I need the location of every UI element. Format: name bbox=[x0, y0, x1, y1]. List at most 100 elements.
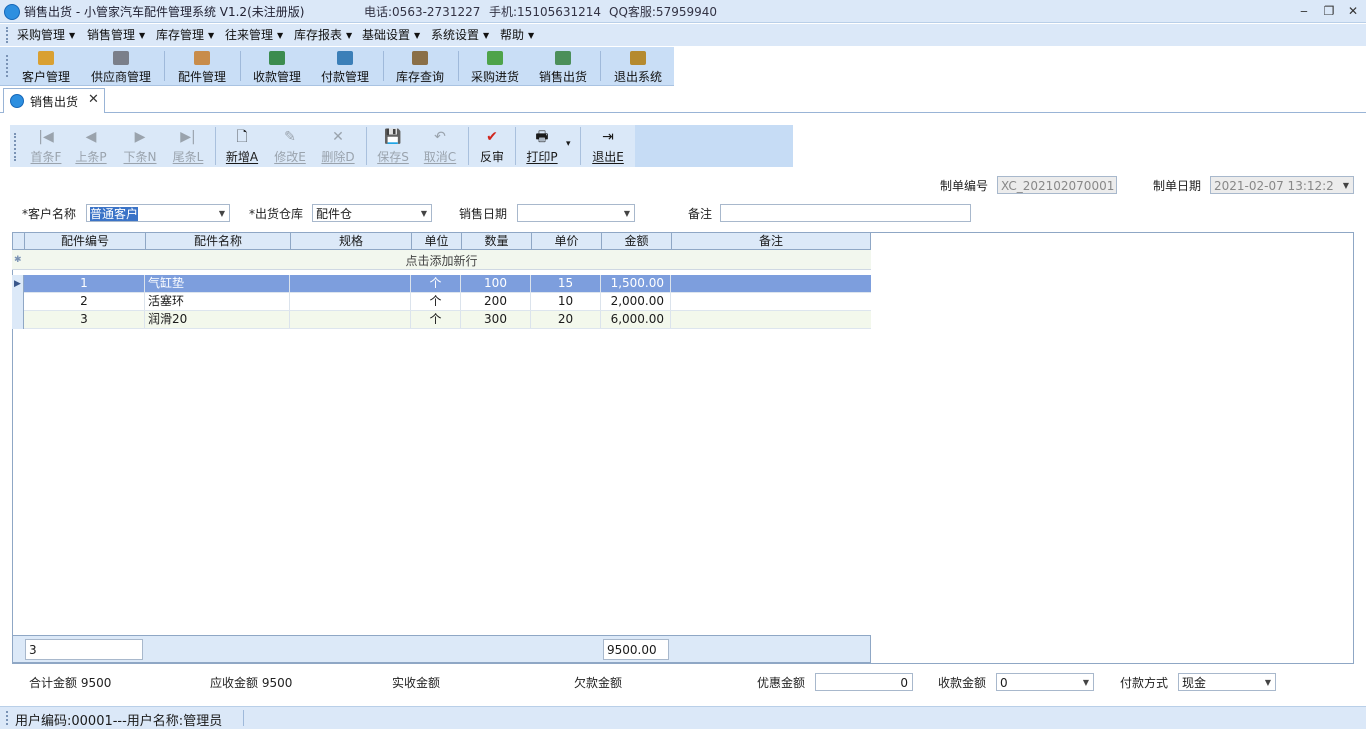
table-row[interactable]: 2 活塞环 个 200 10 2,000.00 bbox=[12, 293, 871, 311]
supplier-icon bbox=[113, 51, 129, 65]
toolbar-separator bbox=[458, 51, 459, 81]
cell-spec[interactable] bbox=[290, 293, 411, 310]
cell-spec[interactable] bbox=[290, 311, 411, 328]
last-record-button[interactable]: ▶| 尾条L bbox=[170, 129, 206, 165]
menu-reports[interactable]: 库存报表 ▼ bbox=[294, 27, 352, 43]
purchase-button[interactable]: 采购进货 bbox=[465, 49, 525, 84]
footer-row-count: 3 bbox=[25, 639, 143, 660]
minimize-button[interactable]: ‒ bbox=[1293, 2, 1315, 20]
menu-sales[interactable]: 销售管理 ▼ bbox=[87, 27, 145, 43]
sale-date-field[interactable]: ▼ bbox=[517, 204, 635, 222]
first-record-button[interactable]: |◀ 首条F bbox=[28, 129, 64, 165]
cell-remark[interactable] bbox=[671, 311, 871, 328]
restore-button[interactable]: ❐ bbox=[1318, 2, 1340, 20]
edit-button[interactable]: ✎ 修改E bbox=[272, 129, 308, 165]
table-row[interactable]: 1 气缸垫 个 100 15 1,500.00 bbox=[12, 275, 871, 293]
table-row[interactable]: 3 润滑20 个 300 20 6,000.00 bbox=[12, 311, 871, 329]
cell-price[interactable]: 15 bbox=[531, 275, 601, 292]
exit-door-icon: ⇥ bbox=[602, 129, 614, 145]
cell-part-no[interactable]: 1 bbox=[24, 275, 145, 292]
toolbar-separator bbox=[383, 51, 384, 81]
payment-management-button[interactable]: 付款管理 bbox=[315, 49, 375, 84]
remark-input[interactable] bbox=[720, 204, 971, 222]
current-row-arrow-icon: ▶ bbox=[12, 275, 24, 293]
col-qty[interactable]: 数量 bbox=[462, 233, 532, 249]
unaudit-button[interactable]: ✔ 反审 bbox=[475, 129, 509, 165]
cell-qty[interactable]: 200 bbox=[461, 293, 531, 310]
exit-system-icon bbox=[630, 51, 646, 65]
menu-basic-settings[interactable]: 基础设置 ▼ bbox=[362, 27, 420, 43]
action-toolbar: |◀ 首条F ◀ 上条P ▶ 下条N ▶| 尾条L 🗋 新增A ✎ 修改E ✕ … bbox=[10, 125, 793, 167]
sales-shipment-button[interactable]: 销售出货 bbox=[533, 49, 593, 84]
status-bar: 用户编码:00001---用户名称:管理员 bbox=[0, 706, 1366, 729]
parts-management-button[interactable]: 配件管理 bbox=[172, 49, 232, 84]
customer-select[interactable]: 普通客户 ▼ bbox=[86, 204, 230, 222]
cell-part-name[interactable]: 活塞环 bbox=[145, 293, 290, 310]
doc-no-field[interactable]: XC_202102070001 bbox=[997, 176, 1117, 194]
cell-part-name[interactable]: 润滑20 bbox=[145, 311, 290, 328]
cell-remark[interactable] bbox=[671, 293, 871, 310]
paymethod-select[interactable]: 现金 ▼ bbox=[1178, 673, 1276, 691]
col-price[interactable]: 单价 bbox=[532, 233, 602, 249]
cell-part-name[interactable]: 气缸垫 bbox=[145, 275, 290, 292]
warehouse-select[interactable]: 配件仓 ▼ bbox=[312, 204, 432, 222]
header-corner bbox=[13, 233, 25, 249]
close-window-button[interactable]: ✕ bbox=[1342, 2, 1364, 20]
cell-unit[interactable]: 个 bbox=[411, 311, 461, 328]
cell-part-no[interactable]: 3 bbox=[24, 311, 145, 328]
cell-qty[interactable]: 100 bbox=[461, 275, 531, 292]
inventory-query-button[interactable]: 库存查询 bbox=[390, 49, 450, 84]
discount-input[interactable]: 0 bbox=[815, 673, 913, 691]
new-row[interactable]: ✱ 点击添加新行 bbox=[12, 250, 871, 270]
cell-unit[interactable]: 个 bbox=[411, 293, 461, 310]
tab-sales-shipment[interactable]: 销售出货 ✕ bbox=[3, 88, 105, 113]
delete-button[interactable]: ✕ 删除D bbox=[320, 129, 356, 165]
cell-qty[interactable]: 300 bbox=[461, 311, 531, 328]
cell-unit[interactable]: 个 bbox=[411, 275, 461, 292]
menu-system-settings[interactable]: 系统设置 ▼ bbox=[431, 27, 489, 43]
cell-price[interactable]: 10 bbox=[531, 293, 601, 310]
cell-price[interactable]: 20 bbox=[531, 311, 601, 328]
col-unit[interactable]: 单位 bbox=[412, 233, 462, 249]
cell-amount[interactable]: 1,500.00 bbox=[601, 275, 671, 292]
cancel-button[interactable]: ↶ 取消C bbox=[422, 129, 458, 165]
col-part-no[interactable]: 配件编号 bbox=[25, 233, 146, 249]
prev-record-button[interactable]: ◀ 上条P bbox=[73, 129, 109, 165]
supplier-management-button[interactable]: 供应商管理 bbox=[84, 49, 158, 84]
exit-system-button[interactable]: 退出系统 bbox=[608, 49, 668, 84]
menu-help[interactable]: 帮助 ▼ bbox=[500, 27, 534, 43]
chevron-down-icon: ▼ bbox=[1342, 181, 1349, 190]
phone-info: 电话:0563-2731227 bbox=[364, 5, 481, 19]
exit-button[interactable]: ⇥ 退出E bbox=[588, 129, 628, 165]
tab-close-icon[interactable]: ✕ bbox=[88, 92, 99, 107]
collect-select[interactable]: 0 ▼ bbox=[996, 673, 1094, 691]
purchase-icon bbox=[487, 51, 503, 65]
cell-spec[interactable] bbox=[290, 275, 411, 292]
menu-purchase[interactable]: 采购管理 ▼ bbox=[17, 27, 75, 43]
print-dropdown-icon[interactable]: ▾ bbox=[566, 139, 571, 149]
print-button[interactable]: 🖶 打印P bbox=[522, 129, 562, 165]
menu-accounts[interactable]: 往来管理 ▼ bbox=[225, 27, 283, 43]
action-separator bbox=[580, 127, 581, 165]
sales-icon bbox=[555, 51, 571, 65]
receipt-management-button[interactable]: 收款管理 bbox=[247, 49, 307, 84]
cell-part-no[interactable]: 2 bbox=[24, 293, 145, 310]
customer-management-button[interactable]: 客户管理 bbox=[16, 49, 76, 84]
row-indicator bbox=[12, 311, 24, 329]
col-spec[interactable]: 规格 bbox=[291, 233, 412, 249]
save-button[interactable]: 💾 保存S bbox=[375, 129, 411, 165]
menu-inventory[interactable]: 库存管理 ▼ bbox=[156, 27, 214, 43]
doc-date-field[interactable]: 2021-02-07 13:12:2 ▼ bbox=[1210, 176, 1354, 194]
add-button[interactable]: 🗋 新增A bbox=[224, 129, 260, 165]
cell-amount[interactable]: 2,000.00 bbox=[601, 293, 671, 310]
cell-amount[interactable]: 6,000.00 bbox=[601, 311, 671, 328]
user-info: 用户编码:00001---用户名称:管理员 bbox=[15, 714, 223, 729]
col-remark[interactable]: 备注 bbox=[672, 233, 870, 249]
doc-no-label: 制单编号 bbox=[940, 179, 989, 193]
col-amount[interactable]: 金额 bbox=[602, 233, 672, 249]
col-part-name[interactable]: 配件名称 bbox=[146, 233, 291, 249]
next-record-button[interactable]: ▶ 下条N bbox=[122, 129, 158, 165]
chevron-down-icon: ▼ bbox=[1082, 678, 1089, 687]
main-toolbar: 客户管理 供应商管理 配件管理 收款管理 付款管理 库存查询 采购进货 销售出货… bbox=[0, 47, 674, 86]
cell-remark[interactable] bbox=[671, 275, 871, 292]
